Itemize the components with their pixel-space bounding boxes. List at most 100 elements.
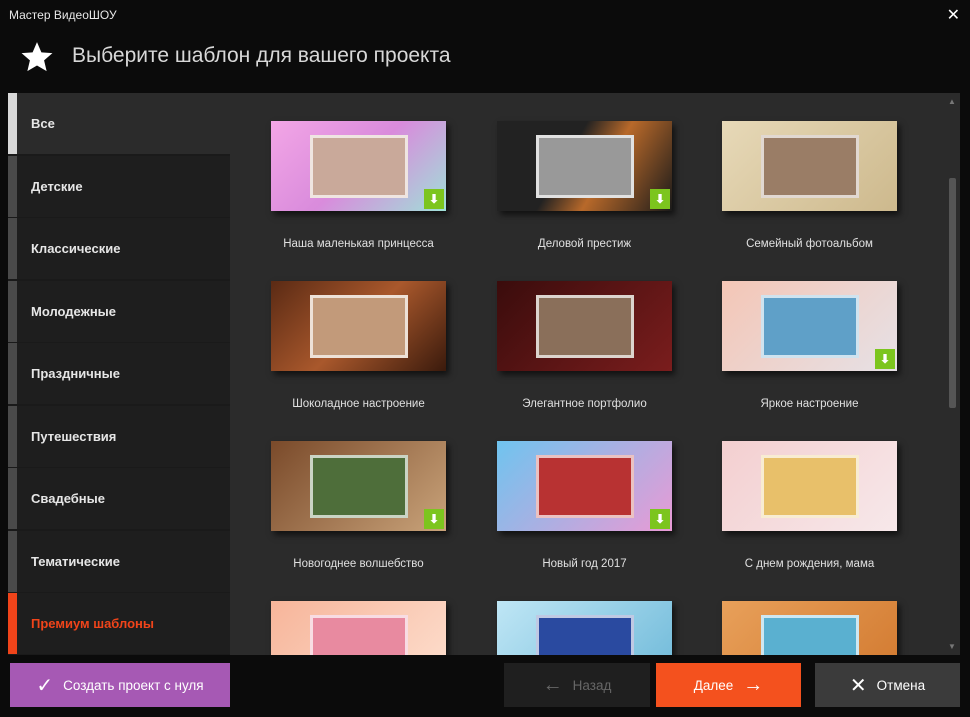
- photo-placeholder: [309, 454, 408, 518]
- template-card[interactable]: Элегантное портфолио: [497, 281, 672, 410]
- template-thumbnail: [722, 121, 897, 211]
- star-icon: [21, 42, 53, 72]
- sidebar-item-label: Молодежные: [31, 303, 117, 319]
- sidebar-item-label: Все: [31, 116, 55, 131]
- indicator: [8, 155, 17, 217]
- photo-placeholder: [535, 294, 634, 358]
- sidebar-item-label: Тематические: [31, 553, 120, 569]
- sidebar-item-thematic[interactable]: Тематические: [8, 530, 230, 592]
- template-card[interactable]: [722, 601, 897, 655]
- button-label: Создать проект с нуля: [63, 677, 204, 693]
- scroll-up-icon[interactable]: ▲: [948, 97, 956, 106]
- photo-placeholder: [309, 294, 408, 358]
- arrow-left-icon: ←: [542, 673, 563, 696]
- template-name: Семейный фотоальбом: [746, 238, 873, 250]
- template-card[interactable]: ⬇ Яркое настроение: [722, 281, 897, 410]
- scrollbar-thumb[interactable]: [949, 178, 956, 408]
- photo-placeholder: [760, 134, 859, 198]
- close-icon[interactable]: ✕: [947, 5, 960, 25]
- next-button[interactable]: Далее →: [656, 663, 801, 707]
- template-thumbnail: ⬇: [271, 121, 446, 211]
- sidebar-item-label: Свадебные: [31, 491, 105, 506]
- sidebar-item-holiday[interactable]: Праздничные: [8, 343, 230, 404]
- button-label: Далее: [693, 677, 734, 693]
- template-card[interactable]: [271, 601, 446, 655]
- template-name: Деловой престиж: [537, 238, 632, 250]
- create-from-scratch-button[interactable]: ✓ Создать проект с нуля: [10, 663, 230, 707]
- template-name: Элегантное портфолио: [522, 398, 647, 410]
- template-grid: ⬇ Наша маленькая принцесса ⬇ Деловой прести…: [230, 93, 960, 655]
- template-thumbnail: ⬇: [722, 281, 897, 371]
- template-card[interactable]: Шоколадное настроение: [271, 281, 446, 410]
- template-card[interactable]: ⬇ Новый год 2017: [497, 441, 672, 570]
- photo-placeholder: [535, 614, 634, 655]
- template-thumbnail: [722, 601, 897, 655]
- scrollbar[interactable]: ▲ ▼: [945, 93, 960, 655]
- sidebar-item-kids[interactable]: Детские: [8, 155, 230, 217]
- template-thumbnail: [722, 441, 897, 531]
- download-icon[interactable]: ⬇: [424, 189, 444, 209]
- scroll-down-icon[interactable]: ▼: [948, 642, 956, 651]
- download-icon[interactable]: ⬇: [424, 509, 444, 529]
- indicator: [8, 280, 17, 342]
- checkmark-icon: ✓: [36, 674, 54, 697]
- template-name: Новый год 2017: [542, 558, 627, 570]
- back-button[interactable]: ← Назад: [504, 663, 650, 707]
- indicator: [8, 593, 17, 654]
- sidebar-item-all[interactable]: Все: [8, 93, 238, 154]
- page-title: Выберите шаблон для вашего проекта: [72, 44, 451, 67]
- template-name: Шоколадное настроение: [292, 398, 425, 410]
- sidebar-item-classic[interactable]: Классические: [8, 218, 230, 279]
- button-label: Назад: [572, 677, 612, 693]
- sidebar-item-premium[interactable]: Премиум шаблоны: [8, 593, 230, 654]
- template-thumbnail: [271, 601, 446, 655]
- template-name: Новогоднее волшебство: [293, 558, 424, 570]
- template-thumbnail: [497, 601, 672, 655]
- template-card[interactable]: С днем рождения, мама: [722, 441, 897, 570]
- template-name: Яркое настроение: [760, 398, 859, 410]
- photo-placeholder: [760, 454, 859, 518]
- sidebar-item-label: Праздничные: [31, 366, 120, 381]
- sidebar-item-label: Премиум шаблоны: [31, 616, 154, 631]
- template-thumbnail: ⬇: [271, 441, 446, 531]
- template-thumbnail: ⬇: [497, 441, 672, 531]
- template-card[interactable]: ⬇ Деловой престиж: [497, 121, 672, 250]
- photo-placeholder: [535, 454, 634, 518]
- download-icon[interactable]: ⬇: [875, 349, 895, 369]
- template-card[interactable]: Семейный фотоальбом: [722, 121, 897, 250]
- cancel-button[interactable]: ✕ Отмена: [815, 663, 960, 707]
- sidebar-item-label: Детские: [31, 178, 83, 194]
- template-card[interactable]: ⬇ Новогоднее волшебство: [271, 441, 446, 570]
- indicator: [8, 343, 17, 404]
- template-name: Наша маленькая принцесса: [283, 238, 434, 250]
- photo-placeholder: [309, 134, 408, 198]
- indicator: [8, 468, 17, 529]
- title-bar: Мастер ВидеоШОУ ✕: [0, 0, 970, 30]
- sidebar-item-travel[interactable]: Путешествия: [8, 405, 230, 467]
- sidebar-item-label: Классические: [31, 241, 121, 256]
- photo-placeholder: [535, 134, 634, 198]
- sidebar-item-wedding[interactable]: Свадебные: [8, 468, 230, 529]
- indicator: [8, 530, 17, 592]
- download-icon[interactable]: ⬇: [650, 509, 670, 529]
- indicator: [8, 218, 17, 279]
- template-card[interactable]: [497, 601, 672, 655]
- category-sidebar: Все Детские Классические Молодежные Праз…: [8, 93, 238, 655]
- photo-placeholder: [760, 614, 859, 655]
- template-thumbnail: ⬇: [497, 121, 672, 211]
- window-title: Мастер ВидеоШОУ: [9, 8, 117, 22]
- template-name: С днем рождения, мама: [744, 558, 875, 570]
- arrow-right-icon: →: [743, 673, 764, 696]
- button-label: Отмена: [876, 677, 926, 693]
- template-thumbnail: [271, 281, 446, 371]
- photo-placeholder: [309, 614, 408, 655]
- download-icon[interactable]: ⬇: [650, 189, 670, 209]
- indicator: [8, 405, 17, 467]
- photo-placeholder: [760, 294, 859, 358]
- sidebar-item-youth[interactable]: Молодежные: [8, 280, 230, 342]
- template-thumbnail: [497, 281, 672, 371]
- indicator: [8, 93, 17, 154]
- template-card[interactable]: ⬇ Наша маленькая принцесса: [271, 121, 446, 250]
- close-icon: ✕: [849, 674, 867, 697]
- sidebar-item-label: Путешествия: [31, 428, 117, 444]
